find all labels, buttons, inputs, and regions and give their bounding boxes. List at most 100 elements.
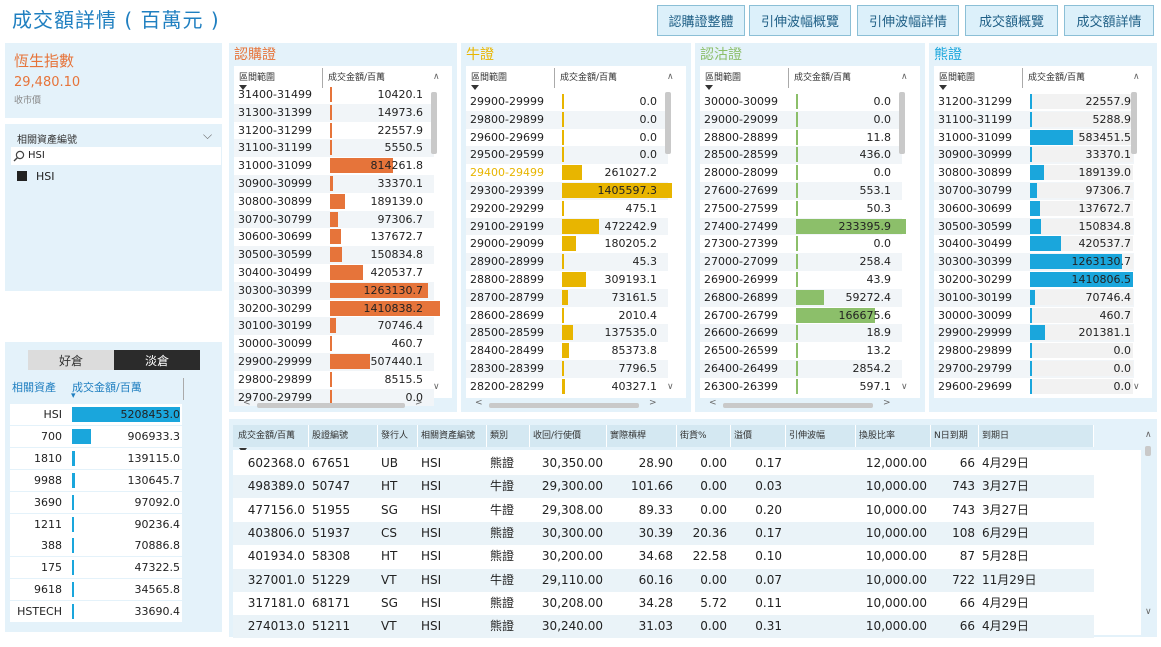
- value-col-header[interactable]: 成交金額/百萬: [328, 70, 385, 83]
- asset-value-col-header[interactable]: 成交金額/百萬: [72, 379, 142, 395]
- table-cell: 10,000.00: [865, 479, 927, 494]
- vertical-scrollbar[interactable]: [899, 92, 905, 154]
- table-cell: 0.31: [755, 619, 782, 634]
- scroll-right-icon[interactable]: >: [415, 398, 423, 408]
- value-col-header[interactable]: 成交金額/百萬: [560, 70, 617, 83]
- scroll-up-icon[interactable]: ∧: [1145, 430, 1152, 440]
- asset-row-code: HSTECH: [17, 605, 62, 619]
- value-cell: 553.1: [859, 184, 892, 197]
- range-col-header[interactable]: 區間範圍: [239, 70, 275, 83]
- table-cell: 4月29日: [982, 456, 1029, 470]
- horizontal-scrollbar[interactable]: [723, 403, 873, 408]
- range-cell: 29900-29999: [238, 355, 312, 368]
- column-divider: [183, 378, 184, 400]
- table-cell: 66: [959, 456, 975, 470]
- vertical-scrollbar[interactable]: [1131, 92, 1137, 154]
- section-title: 熊證: [934, 47, 962, 63]
- table-cell: 30,350.00: [541, 456, 603, 470]
- scroll-down-icon[interactable]: ∨: [1145, 607, 1152, 617]
- tab-short[interactable]: 淡倉: [114, 350, 200, 370]
- scroll-up-icon[interactable]: ∧: [1133, 72, 1140, 82]
- asset-col-header[interactable]: 相關資產: [12, 379, 56, 395]
- value-cell: 137672.7: [370, 230, 424, 244]
- sort-desc-icon[interactable]: [471, 85, 479, 90]
- tab-long[interactable]: 好倉: [28, 350, 114, 370]
- value-cell: 0.0: [1113, 344, 1132, 358]
- table-cell: 0.11: [755, 595, 782, 610]
- value-col-header[interactable]: 成交金額/百萬: [794, 70, 851, 83]
- range-cell: 30200-30299: [938, 273, 1012, 286]
- value-cell: 70746.4: [377, 319, 424, 333]
- table-cell: 30.39: [638, 525, 673, 540]
- nav-button-2[interactable]: 引伸波幅詳情: [857, 5, 959, 36]
- range-cell: 31400-31499: [238, 88, 312, 101]
- value-cell: 0.0: [873, 237, 892, 251]
- value-cell: 7796.5: [618, 362, 658, 375]
- range-cell: 30300-30399: [938, 255, 1012, 269]
- nav-button-0[interactable]: 認購證整體: [657, 5, 745, 36]
- detail-col-header-0[interactable]: 成交金額/百萬: [235, 425, 309, 447]
- detail-col-header-11[interactable]: N日到期: [931, 425, 979, 447]
- value-cell: 583451.5: [1078, 130, 1132, 144]
- sort-desc-icon[interactable]: ▾: [71, 391, 76, 401]
- detail-col-header-8[interactable]: 溢價: [731, 425, 786, 447]
- vertical-scrollbar[interactable]: [1145, 446, 1151, 456]
- table-cell: 0.00: [700, 619, 727, 634]
- scroll-right-icon[interactable]: >: [883, 398, 891, 408]
- range-cell: 30000-30099: [938, 308, 1012, 322]
- detail-col-header-4[interactable]: 類別: [487, 425, 530, 447]
- nav-button-3[interactable]: 成交額概覽: [965, 5, 1058, 36]
- detail-col-header-6[interactable]: 實際槓桿: [607, 425, 677, 447]
- detail-col-header-7[interactable]: 街貨%: [677, 425, 731, 447]
- table-cell: 30,300.00: [541, 525, 603, 540]
- scroll-down-icon[interactable]: ∨: [667, 382, 674, 392]
- horizontal-scrollbar[interactable]: [257, 403, 405, 408]
- range-col-header[interactable]: 區間範圍: [939, 70, 975, 83]
- range-col-header[interactable]: 區間範圍: [471, 70, 507, 83]
- scroll-down-icon[interactable]: ∨: [901, 382, 908, 392]
- table-cell: 34.68: [638, 549, 673, 564]
- detail-col-header-2[interactable]: 發行人: [378, 425, 418, 447]
- section-title: 牛證: [466, 47, 494, 63]
- scroll-down-icon[interactable]: ∨: [433, 382, 440, 392]
- range-col-header[interactable]: 區間範圍: [705, 70, 741, 83]
- range-cell: 28600-28699: [470, 308, 544, 322]
- sort-desc-icon[interactable]: [705, 85, 713, 90]
- table-cell: 401934.0: [247, 549, 305, 564]
- nav-button-1[interactable]: 引伸波幅概覽: [749, 5, 851, 36]
- range-cell: 30800-30899: [238, 194, 312, 208]
- detail-col-header-3[interactable]: 相關資產編號: [418, 425, 487, 447]
- sort-desc-icon[interactable]: [939, 85, 947, 90]
- detail-col-header-10[interactable]: 換股比率: [856, 425, 931, 447]
- table-cell: 0.00: [700, 456, 727, 470]
- range-cell: 29800-29899: [470, 112, 544, 126]
- scroll-up-icon[interactable]: ∧: [433, 72, 440, 82]
- table-cell: HSI: [421, 456, 442, 470]
- table-cell: 60.16: [638, 572, 673, 587]
- scroll-left-icon[interactable]: <: [475, 398, 483, 408]
- chevron-down-icon[interactable]: ⌵: [203, 128, 212, 143]
- asset-row-value: 90236.4: [134, 517, 181, 531]
- scroll-down-icon[interactable]: ∨: [1133, 382, 1140, 392]
- value-cell: 13.2: [866, 344, 892, 358]
- scroll-up-icon[interactable]: ∧: [901, 72, 908, 82]
- table-cell: 101.66: [631, 479, 673, 494]
- scroll-left-icon[interactable]: <: [243, 398, 251, 408]
- value-col-header[interactable]: 成交金額/百萬: [1028, 70, 1085, 83]
- scroll-up-icon[interactable]: ∧: [667, 72, 674, 82]
- table-cell: 熊證: [490, 595, 515, 610]
- scroll-right-icon[interactable]: >: [649, 398, 657, 408]
- vertical-scrollbar[interactable]: [665, 92, 671, 154]
- range-cell: 28800-28899: [470, 273, 544, 286]
- detail-col-header-1[interactable]: 股證編號: [309, 425, 378, 447]
- scroll-left-icon[interactable]: <: [709, 398, 717, 408]
- detail-col-header-12[interactable]: 到期日: [979, 425, 1094, 447]
- detail-col-header-9[interactable]: 引伸波幅: [786, 425, 856, 447]
- vertical-scrollbar[interactable]: [431, 92, 437, 154]
- horizontal-scrollbar[interactable]: [489, 403, 639, 408]
- range-cell: 30400-30499: [938, 237, 1012, 251]
- table-cell: 熊證: [490, 456, 515, 470]
- nav-button-4[interactable]: 成交額詳情: [1064, 5, 1154, 36]
- detail-col-header-5[interactable]: 收回/行使價: [530, 425, 607, 447]
- filter-checkbox[interactable]: [17, 171, 27, 181]
